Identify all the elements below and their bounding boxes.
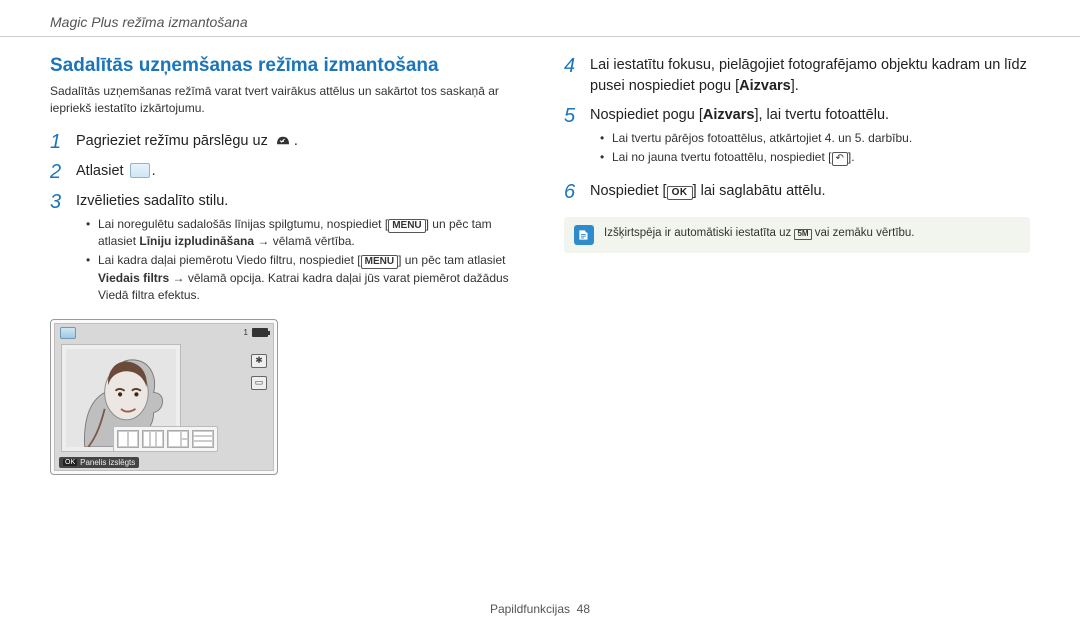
layout-option-icon [117, 430, 139, 448]
note-box: Izšķirtspēja ir automātiski iestatīta uz… [564, 217, 1030, 253]
layout-picker [113, 426, 218, 452]
step-text: Atlasiet . [76, 161, 156, 182]
section-title: Sadalītās uzņemšanas režīma izmantošana [50, 55, 516, 77]
step-number: 6 [564, 181, 580, 203]
step-number: 1 [50, 131, 66, 153]
resolution-icon: 5M [794, 229, 811, 240]
note-info-icon [574, 225, 594, 245]
ok-key-icon: OK [63, 459, 77, 466]
shot-counter: 1 [244, 328, 248, 337]
footer-label: Papildfunkcijas [490, 602, 570, 616]
layout-option-icon [142, 430, 164, 448]
lcd-caption-label: Panelis izslēgts [80, 458, 135, 467]
split-mode-icon [130, 163, 150, 178]
mode-dial-icon [274, 133, 292, 148]
step-1: 1 Pagrieziet režīmu pārslēgu uz . [50, 131, 516, 153]
breadcrumb: Magic Plus režīma izmantošana [50, 14, 248, 30]
page-header: Magic Plus režīma izmantošana [0, 0, 1080, 37]
step-5a: Lai tvertu pārējos fotoattēlus, atkārtoj… [600, 130, 912, 147]
step-number: 2 [50, 161, 66, 183]
step-4: 4 Lai iestatītu fokusu, pielāgojiet foto… [564, 55, 1030, 97]
step-number: 4 [564, 55, 580, 77]
ok-button-chip: OK [667, 186, 693, 200]
lcd-side-icons: ✱ ▭ [251, 354, 267, 390]
step-text: Izvēlieties sadalīto stilu. Lai noregulē… [76, 191, 516, 311]
step-text: Pagrieziet režīmu pārslēgu uz . [76, 131, 298, 152]
battery-icon [252, 328, 268, 337]
lcd-screen: 1 [54, 323, 274, 471]
steps-list-left: 1 Pagrieziet režīmu pārslēgu uz . 2 Atla… [50, 131, 516, 311]
lcd-caption: OK Panelis izslēgts [59, 457, 139, 468]
page-footer: Papildfunkcijas 48 [0, 602, 1080, 616]
step-3a: Lai noregulētu sadalošās līnijas spilgtu… [86, 216, 516, 251]
image-size-setting-icon: ▭ [251, 376, 267, 390]
step-number: 3 [50, 191, 66, 213]
step-number: 5 [564, 105, 580, 127]
step-3b: Lai kadra daļai piemērotu Viedo filtru, … [86, 252, 516, 304]
layout-option-icon [192, 430, 214, 448]
menu-button-chip: MENU [361, 255, 398, 269]
step-3: 3 Izvēlieties sadalīto stilu. Lai noregu… [50, 191, 516, 311]
step-text: Lai iestatītu fokusu, pielāgojiet fotogr… [590, 55, 1030, 97]
back-button-icon: ↶ [832, 152, 848, 166]
lcd-top-bar: 1 [55, 324, 273, 339]
step-text: Nospiediet [OK] lai saglabātu attēlu. [590, 181, 826, 202]
steps-list-right: 4 Lai iestatītu fokusu, pielāgojiet foto… [564, 55, 1030, 203]
flash-setting-icon: ✱ [251, 354, 267, 368]
step-2: 2 Atlasiet . [50, 161, 516, 183]
left-column: Sadalītās uzņemšanas režīma izmantošana … [50, 55, 516, 475]
camera-lcd-illustration: 1 [50, 319, 278, 475]
step-6: 6 Nospiediet [OK] lai saglabātu attēlu. [564, 181, 1030, 203]
content-columns: Sadalītās uzņemšanas režīma izmantošana … [0, 37, 1080, 475]
section-intro: Sadalītās uzņemšanas režīmā varat tvert … [50, 83, 516, 117]
step-5b: Lai no jauna tvertu fotoattēlu, nospiedi… [600, 149, 912, 166]
mode-indicator-icon [60, 327, 76, 339]
step-3-sublist: Lai noregulētu sadalošās līnijas spilgtu… [86, 216, 516, 305]
note-text: Izšķirtspēja ir automātiski iestatīta uz… [604, 225, 915, 241]
menu-button-chip: MENU [388, 219, 425, 233]
step-5: 5 Nospiediet pogu [Aizvars], lai tvertu … [564, 105, 1030, 173]
step-5-sublist: Lai tvertu pārējos fotoattēlus, atkārtoj… [600, 130, 912, 167]
layout-option-icon [167, 430, 189, 448]
page-number: 48 [577, 602, 590, 616]
right-column: 4 Lai iestatītu fokusu, pielāgojiet foto… [564, 55, 1030, 475]
step-text: Nospiediet pogu [Aizvars], lai tvertu fo… [590, 105, 912, 173]
